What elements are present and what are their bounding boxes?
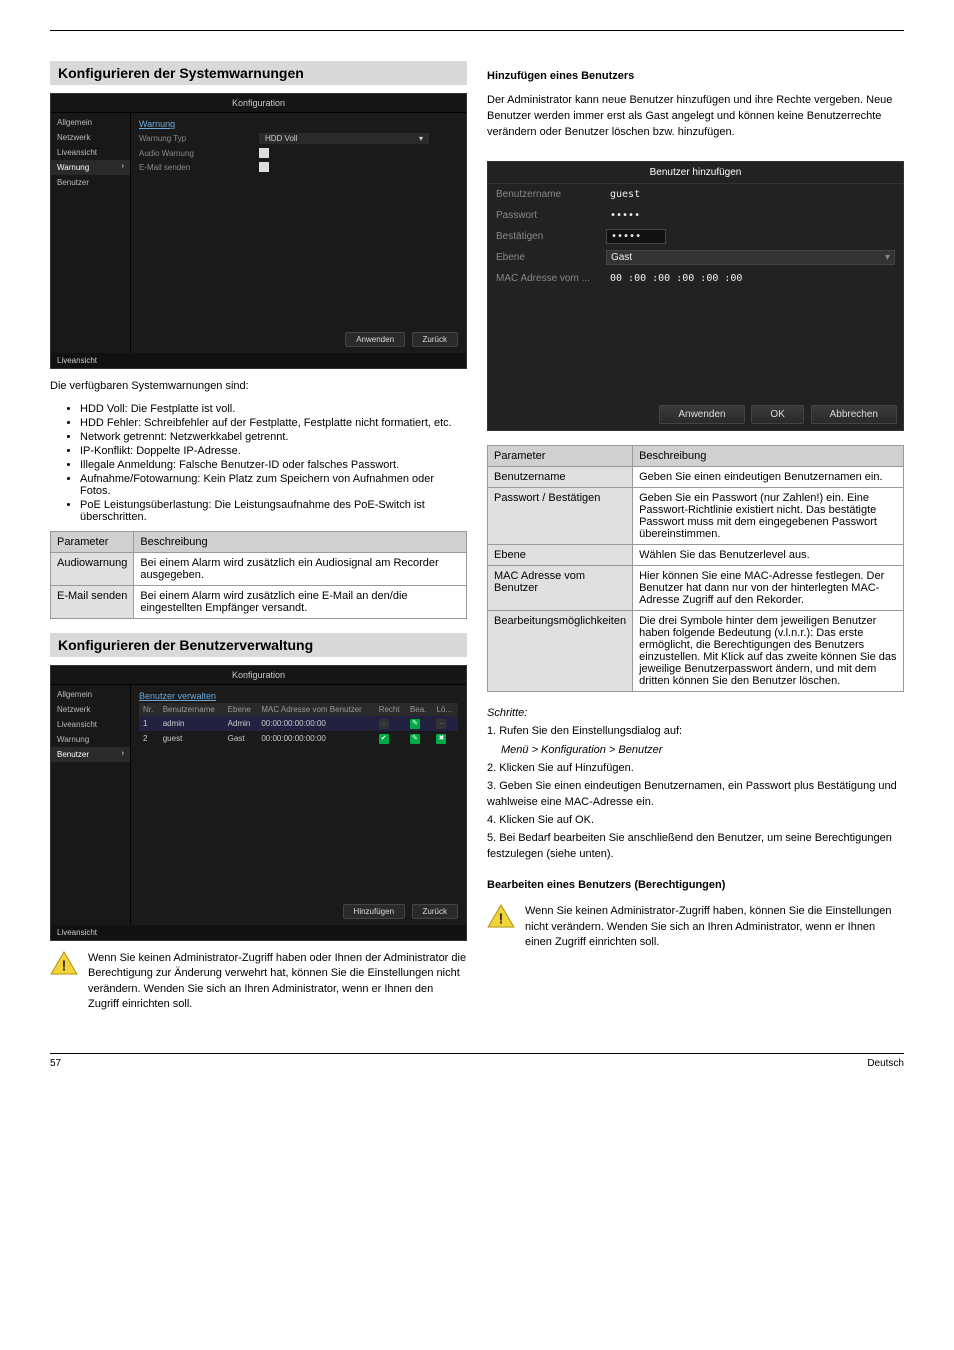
table-row[interactable]: 2 guest Gast 00:00:00:00:00:00 ✔ ✎ ✖	[139, 731, 458, 746]
select-level[interactable]: Gast	[606, 250, 895, 265]
steps-block: Schritte: 1. Rufen Sie den Einstellungsd…	[487, 706, 904, 863]
window-title: Konfiguration	[51, 666, 466, 685]
liveview-button[interactable]: Liveansicht	[51, 353, 466, 368]
screenshot-add-user-dialog: Benutzer hinzufügen Benutzername guest P…	[487, 161, 904, 431]
chevron-right-icon: ›	[122, 163, 124, 170]
sidebar-item-user[interactable]: Benutzer	[51, 175, 130, 190]
sidebar: Allgemein Netzwerk Liveansicht Warnung B…	[51, 685, 131, 925]
admin-note: ! Wenn Sie keinen Administrator-Zugriff …	[50, 951, 467, 1013]
page-footer: 57 Deutsch	[50, 1053, 904, 1069]
label-level: Ebene	[496, 252, 606, 263]
back-button[interactable]: Zurück	[412, 332, 458, 347]
warning-icon: !	[487, 904, 515, 928]
checkbox-send-email[interactable]	[259, 162, 269, 172]
section-heading-exceptions: Konfigurieren der Systemwarnungen	[50, 61, 467, 85]
checkbox-audio-warning[interactable]	[259, 148, 269, 158]
sidebar-item-live[interactable]: Liveansicht	[51, 145, 130, 160]
screenshot-users: Konfiguration Allgemein Netzwerk Liveans…	[50, 665, 467, 941]
input-confirm[interactable]: •••••	[606, 229, 666, 244]
label-mac: MAC Adresse vom ...	[496, 273, 606, 284]
add-user-heading: Hinzufügen eines Benutzers	[487, 69, 904, 85]
dialog-title: Benutzer hinzufügen	[488, 162, 903, 184]
footer-language: Deutsch	[867, 1058, 904, 1069]
edit-icon[interactable]: ✎	[410, 734, 420, 744]
sidebar-item-general[interactable]: Allgemein	[51, 687, 130, 702]
edit-icon[interactable]: ✎	[410, 719, 420, 729]
label-audio-warning: Audio Warnung	[139, 149, 219, 158]
label-confirm: Bestätigen	[496, 231, 606, 242]
sidebar-item-general[interactable]: Allgemein	[51, 115, 130, 130]
svg-text:!: !	[499, 912, 504, 928]
apply-button[interactable]: Anwenden	[345, 332, 405, 347]
value-password[interactable]: •••••	[606, 208, 895, 223]
sidebar-item-exception[interactable]: Warnung	[51, 732, 130, 747]
exceptions-list: HDD Voll: Die Festplatte ist voll. HDD F…	[80, 403, 467, 523]
label-exception-type: Warnung Typ	[139, 134, 219, 143]
table-row[interactable]: 1 admin Admin 00:00:00:00:00:00 – ✎ –	[139, 716, 458, 731]
value-mac[interactable]: 00 :00 :00 :00 :00 :00	[606, 271, 895, 286]
select-exception-type[interactable]: HDD Voll	[259, 133, 429, 144]
sidebar-item-network[interactable]: Netzwerk	[51, 130, 130, 145]
admin-note-2: ! Wenn Sie keinen Administrator-Zugriff …	[487, 904, 904, 950]
sidebar-item-live[interactable]: Liveansicht	[51, 717, 130, 732]
section-heading-user: Konfigurieren der Benutzerverwaltung	[50, 633, 467, 657]
back-button[interactable]: Zurück	[412, 904, 458, 919]
screenshot-exceptions: Konfiguration Allgemein Netzwerk Liveans…	[50, 93, 467, 369]
exceptions-intro: Die verfügbaren Systemwarnungen sind:	[50, 379, 467, 395]
cancel-button[interactable]: Abbrechen	[811, 405, 897, 424]
tab-exception[interactable]: Warnung	[139, 117, 458, 131]
delete-icon: –	[436, 719, 446, 729]
edit-user-heading: Bearbeiten eines Benutzers (Berechtigung…	[487, 878, 904, 894]
svg-text:!: !	[62, 958, 67, 974]
page-number: 57	[50, 1058, 61, 1069]
label-username: Benutzername	[496, 189, 606, 200]
add-user-note: Der Administrator kann neue Benutzer hin…	[487, 93, 904, 141]
window-title: Konfiguration	[51, 94, 466, 113]
delete-icon[interactable]: ✖	[436, 734, 446, 744]
warning-icon: !	[50, 951, 78, 975]
sidebar-item-user[interactable]: Benutzer›	[51, 747, 130, 762]
liveview-button[interactable]: Liveansicht	[51, 925, 466, 940]
sidebar: Allgemein Netzwerk Liveansicht Warnung› …	[51, 113, 131, 353]
tab-manage-users[interactable]: Benutzer verwalten	[139, 689, 458, 703]
sidebar-item-exception[interactable]: Warnung›	[51, 160, 130, 175]
chevron-right-icon: ›	[122, 750, 124, 757]
add-button[interactable]: Hinzufügen	[343, 904, 405, 919]
sidebar-item-network[interactable]: Netzwerk	[51, 702, 130, 717]
apply-button[interactable]: Anwenden	[659, 405, 744, 424]
value-username[interactable]: guest	[606, 187, 895, 202]
add-user-params-table: Parameter Beschreibung BenutzernameGeben…	[487, 445, 904, 692]
ok-button[interactable]: OK	[751, 405, 803, 424]
label-password: Passwort	[496, 210, 606, 221]
exception-params-table: Parameter Beschreibung Audiowarnung Bei …	[50, 531, 467, 619]
permission-icon[interactable]: ✔	[379, 734, 389, 744]
label-send-email: E-Mail senden	[139, 163, 219, 172]
user-table: Nr. Benutzername Ebene MAC Adresse vom B…	[139, 703, 458, 746]
permission-icon: –	[379, 719, 389, 729]
